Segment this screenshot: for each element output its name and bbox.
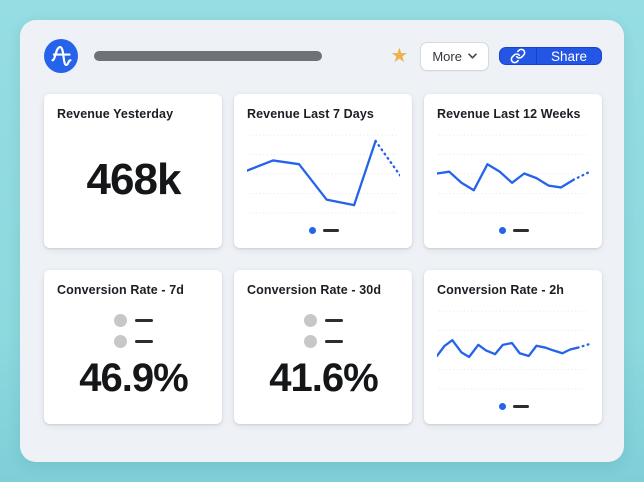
card-title: Conversion Rate - 30d [247,283,400,297]
dashboard-title-placeholder [94,51,322,61]
card-grid: Revenue Yesterday 468k Revenue Last 7 Da… [44,94,602,424]
chart-legend [437,222,590,238]
card-conversion-rate-2h[interactable]: Conversion Rate - 2h [424,270,602,424]
more-button-label: More [432,49,462,64]
funnel-step [114,314,153,327]
legend-dot-icon [499,227,506,234]
card-title: Revenue Yesterday [57,107,210,121]
step-label-placeholder [135,319,153,322]
metric-value: 468k [87,155,181,205]
amplitude-logo[interactable] [44,39,78,73]
legend-dot-icon [309,227,316,234]
legend-label-placeholder [513,229,529,232]
card-title: Revenue Last 7 Days [247,107,400,121]
chart-line-solid [437,340,578,357]
step-label-placeholder [325,340,343,343]
share-button[interactable]: Share [537,48,601,64]
card-revenue-last-12-weeks[interactable]: Revenue Last 12 Weeks [424,94,602,248]
sparkline-chart [437,127,590,220]
chart-line-solid [247,141,376,205]
metric-wrap: 468k [57,121,210,238]
legend-label-placeholder [513,405,529,408]
legend-dot-icon [499,403,506,410]
line-chart-svg [247,127,400,220]
link-icon [510,48,526,64]
funnel-legend [304,314,343,348]
share-split-button[interactable]: Share [499,47,602,65]
dashboard-panel: ★ More Share Revenue Yesterday 46 [20,20,624,462]
sparkline-chart [247,127,400,220]
more-button[interactable]: More [420,42,489,71]
conversion-value: 46.9% [79,358,187,398]
conversion-body: 46.9% [57,297,210,414]
chart-line-forecast [376,141,400,175]
step-label-placeholder [135,340,153,343]
chart-legend [437,398,590,414]
chart-line-forecast [578,344,590,348]
conversion-value: 41.6% [269,358,377,398]
chart-line-forecast [573,172,590,180]
share-button-label: Share [551,49,587,64]
card-revenue-yesterday[interactable]: Revenue Yesterday 468k [44,94,222,248]
chart-line-solid [437,164,573,190]
step-dot-icon [114,314,127,327]
chart-gridlines [439,135,588,213]
card-conversion-rate-7d[interactable]: Conversion Rate - 7d 46.9% [44,270,222,424]
conversion-body: 41.6% [247,297,400,414]
sparkline-chart [437,303,590,396]
chart-gridlines [249,135,398,213]
step-dot-icon [114,335,127,348]
chart-gridlines [439,311,588,389]
step-label-placeholder [325,319,343,322]
amplitude-logo-icon [44,39,78,73]
step-dot-icon [304,314,317,327]
card-conversion-rate-30d[interactable]: Conversion Rate - 30d 41.6% [234,270,412,424]
chevron-down-icon [468,53,477,59]
funnel-step [304,335,343,348]
card-revenue-last-7-days[interactable]: Revenue Last 7 Days [234,94,412,248]
dashboard-header: ★ More Share [44,38,602,74]
line-chart-svg [437,303,590,396]
card-title: Revenue Last 12 Weeks [437,107,590,121]
share-link-button[interactable] [500,48,537,64]
funnel-legend [114,314,153,348]
card-title: Conversion Rate - 2h [437,283,590,297]
funnel-step [114,335,153,348]
favorite-star-icon[interactable]: ★ [390,46,408,66]
funnel-step [304,314,343,327]
chart-legend [247,222,400,238]
legend-label-placeholder [323,229,339,232]
step-dot-icon [304,335,317,348]
card-title: Conversion Rate - 7d [57,283,210,297]
line-chart-svg [437,127,590,220]
